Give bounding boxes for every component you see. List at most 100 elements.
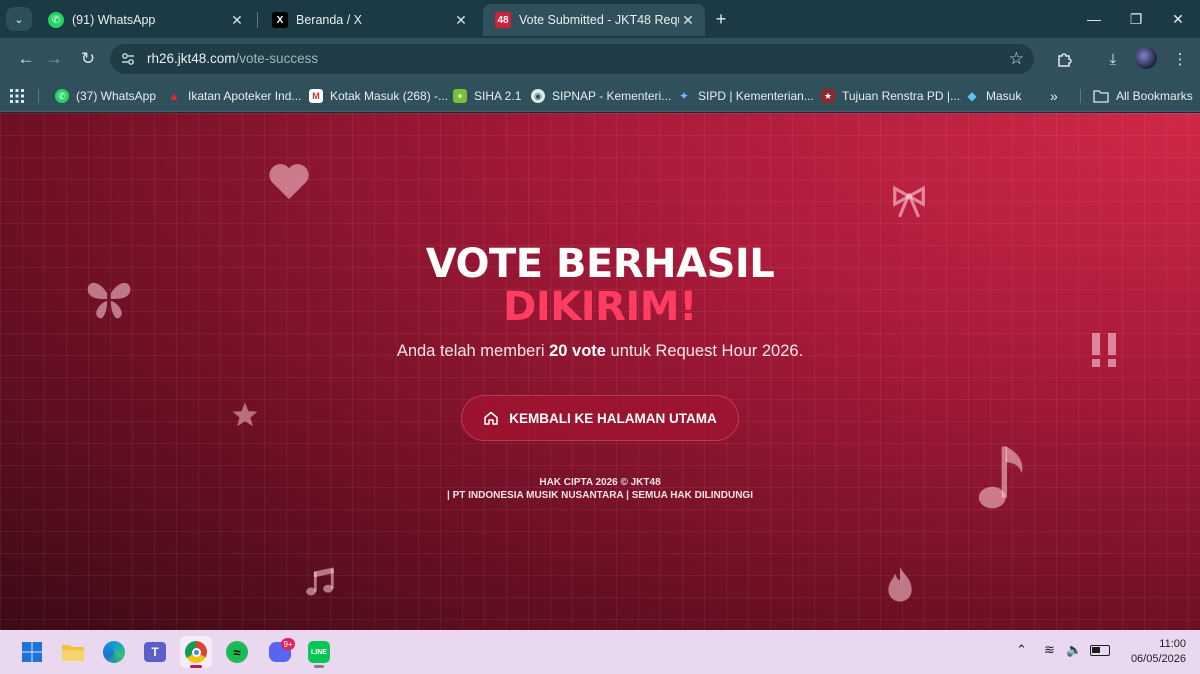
bookmark-label: (37) WhatsApp [76,89,157,103]
discord-button[interactable]: 9+ [264,636,296,668]
tab-strip: ⌄ ✆ (91) WhatsApp ✕ X Beranda / X ✕ 48 V… [0,0,1200,38]
tab-title: Vote Submitted - JKT48 Request Hour 2026 [519,13,679,27]
close-icon: ✕ [1172,10,1184,27]
new-tab-button[interactable]: + [710,8,732,30]
url-path: /vote-success [235,51,319,66]
flame-icon [888,566,912,602]
whatsapp-icon: ✆ [48,12,64,28]
close-icon[interactable]: ✕ [452,11,470,29]
arrow-left-icon: ← [17,49,35,68]
restore-button[interactable]: ❐ [1122,6,1150,32]
bookmark-label: Tujuan Renstra PD |... [842,89,961,103]
bookmarks-overflow-button[interactable]: » [1050,86,1058,106]
wifi-icon[interactable]: ≋ [1044,642,1055,658]
music-notes-icon [306,567,334,596]
chevron-up-icon[interactable]: ⌃ [1016,642,1027,658]
extensions-button[interactable] [1053,47,1077,71]
url-text[interactable]: rh26.jkt48.com/vote-success [147,51,318,66]
windows-taskbar: T ≈ 9+ LINE ⌃ ≋ 🔈 11:00 06/05/2026 [0,630,1200,674]
browser-menu-button[interactable]: ⋮ [1168,47,1192,71]
minimize-button[interactable]: — [1080,6,1108,32]
tab-title: Beranda / X [296,13,363,27]
all-bookmarks-label: All Bookmarks [1116,89,1193,103]
footer-copyright: HAK CIPTA 2026 © JKT48 [539,477,661,488]
restore-icon: ❐ [1129,10,1143,27]
heart-icon [269,164,309,200]
back-to-home-button[interactable]: KEMBALI KE HALAMAN UTAMA [461,395,739,441]
tab-vote-submitted[interactable]: 48 Vote Submitted - JKT48 Request Hour 2… [483,4,705,36]
footer-company: | PT INDONESIA MUSIK NUSANTARA | SEMUA H… [447,490,753,501]
forward-button[interactable]: → [42,47,66,71]
apps-button[interactable] [10,86,24,106]
x-icon: X [272,12,288,28]
bookmark-sipd[interactable]: ✦ SIPD | Kementerian... [677,86,814,106]
bookmark-masuk[interactable]: ◆ Masuk [965,86,1021,106]
folder-icon [1093,90,1109,103]
downloads-button[interactable]: ⤓ [1101,47,1125,71]
reload-button[interactable]: ↻ [76,47,100,71]
bookmarks-divider [1080,89,1081,103]
bookmark-gmail[interactable]: M Kotak Masuk (268) -... [309,86,448,106]
grid-background [0,113,1200,630]
bookmark-whatsapp[interactable]: ✆ (37) WhatsApp [55,86,156,106]
folder-icon [62,645,84,661]
system-clock[interactable]: 11:00 06/05/2026 [1131,637,1186,667]
jkt48-icon: 48 [495,12,511,28]
spotify-button[interactable]: ≈ [221,636,253,668]
globe-icon: ◉ [531,89,545,103]
all-bookmarks-button[interactable]: All Bookmarks [1093,86,1193,106]
bookmark-label: Kotak Masuk (268) -... [330,89,449,103]
edge-button[interactable] [98,636,130,668]
bookmark-label: Ikatan Apoteker Ind... [188,89,302,103]
bookmark-sipnap[interactable]: ◉ SIPNAP - Kementeri... [531,86,671,106]
profile-avatar[interactable] [1135,47,1157,69]
line-button[interactable]: LINE [303,636,335,668]
gmail-icon: M [309,89,323,103]
minimize-icon: — [1087,11,1101,27]
more-vertical-icon: ⋮ [1172,51,1188,68]
ribbon-bow-icon [893,185,925,218]
browser-toolbar: ← → ↻ rh26.jkt48.com/vote-success ☆ ⤓ ⋮ [0,38,1200,80]
bookmark-star-icon[interactable]: ☆ [1009,49,1024,69]
download-icon: ⤓ [1109,50,1117,68]
back-to-home-label: KEMBALI KE HALAMAN UTAMA [509,410,717,426]
bookmark-tujuan-renstra[interactable]: ★ Tujuan Renstra PD |... [821,86,960,106]
back-button[interactable]: ← [14,47,38,71]
bookmark-ikatan-apoteker[interactable]: ▲ Ikatan Apoteker Ind... [167,86,301,106]
headline-primary: VOTE BERHASIL [425,241,775,287]
line-icon: LINE [308,641,330,663]
address-bar[interactable]: rh26.jkt48.com/vote-success ☆ [110,44,1034,74]
file-explorer-button[interactable] [57,636,89,668]
renstra-icon: ★ [821,89,835,103]
star-icon [232,402,258,427]
tab-search-button[interactable]: ⌄ [6,7,32,31]
close-window-button[interactable]: ✕ [1164,6,1192,32]
close-icon[interactable]: ✕ [679,11,697,29]
teams-button[interactable]: T [139,636,171,668]
confirmation-prefix: Anda telah memberi [396,342,550,360]
teams-icon: T [144,642,166,662]
vote-success-page: VOTE BERHASIL DIKIRIM! Anda telah member… [0,113,1200,630]
chrome-button[interactable] [180,636,212,668]
site-settings-icon[interactable] [120,51,136,67]
home-icon [484,411,498,425]
screen: ⌄ ✆ (91) WhatsApp ✕ X Beranda / X ✕ 48 V… [0,0,1200,674]
page-footer: HAK CIPTA 2026 © JKT48 | PT INDONESIA MU… [0,476,1200,502]
battery-icon[interactable] [1090,645,1110,656]
whatsapp-icon: ✆ [55,89,69,103]
bookmark-siha[interactable]: + SIHA 2.1 [453,86,521,106]
volume-icon[interactable]: 🔈 [1066,642,1082,658]
close-icon[interactable]: ✕ [228,11,246,29]
chrome-icon [185,641,207,663]
clock-time: 11:00 [1159,638,1186,650]
chevron-double-right-icon: » [1050,88,1058,104]
tab-separator [257,12,258,28]
arrow-right-icon: → [45,49,63,68]
start-button[interactable] [16,636,48,668]
chevron-down-icon: ⌄ [14,13,24,26]
tab-whatsapp[interactable]: ✆ (91) WhatsApp ✕ [36,4,254,36]
vote-confirmation-text: Anda telah memberi 20 vote untuk Request… [0,342,1200,361]
bookmark-label: SIPD | Kementerian... [698,89,814,103]
reload-icon: ↻ [80,49,96,68]
tab-x[interactable]: X Beranda / X ✕ [260,4,478,36]
